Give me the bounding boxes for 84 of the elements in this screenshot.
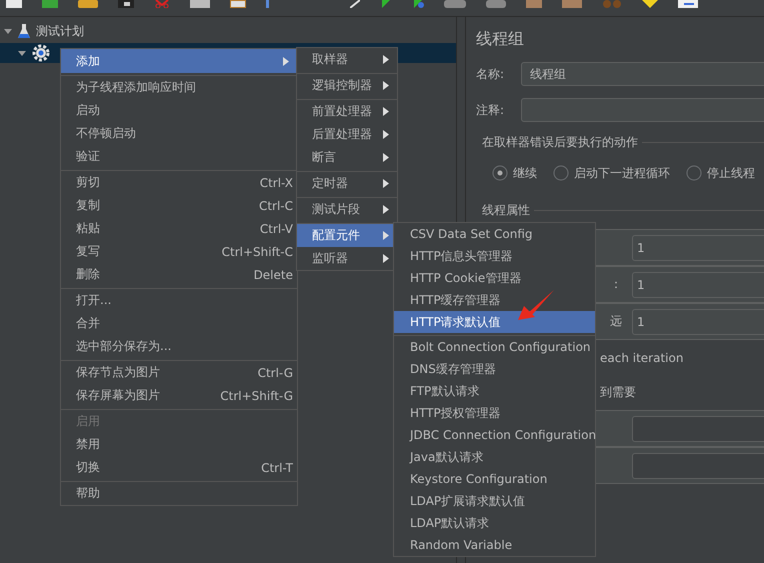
submenu-arrow-icon xyxy=(383,231,389,240)
menu-item[interactable]: JDBC Connection Configuration xyxy=(394,424,595,446)
property-field[interactable]: 1 xyxy=(632,234,764,260)
menu-item[interactable]: CSV Data Set Config xyxy=(394,223,595,245)
radio-label: 停止线程 xyxy=(707,164,755,182)
menu-item[interactable]: 验证 xyxy=(61,145,297,168)
radio-option[interactable]: 停止线程 xyxy=(686,163,755,183)
submenu-arrow-icon xyxy=(383,153,389,162)
menu-item[interactable]: 合并 xyxy=(61,312,297,335)
expand-arrow-icon[interactable] xyxy=(4,27,12,35)
property-label: ： xyxy=(610,277,622,291)
menu-item[interactable]: LDAP默认请求 xyxy=(394,512,595,534)
property-field[interactable] xyxy=(632,416,764,442)
menu-item[interactable]: Java默认请求 xyxy=(394,446,595,468)
menu-item[interactable]: HTTP Cookie管理器 xyxy=(394,267,595,289)
submenu-arrow-icon xyxy=(383,81,389,90)
menu-item[interactable]: 复写 Ctrl+Shift-C xyxy=(61,240,297,263)
menu-item[interactable]: 定时器 xyxy=(297,171,397,195)
menu-item[interactable]: 断言 xyxy=(297,146,397,169)
comment-field[interactable] xyxy=(521,98,764,122)
menu-item[interactable]: Bolt Connection Configuration xyxy=(394,335,595,358)
menu-item[interactable]: 取样器 xyxy=(297,48,397,71)
panel-title: 线程组 xyxy=(476,29,525,50)
menu-item[interactable]: 不停顿启动 xyxy=(61,122,297,145)
menu-item[interactable]: 禁用 xyxy=(61,433,297,456)
property-field[interactable] xyxy=(632,452,764,478)
property-label: 远 xyxy=(610,314,622,328)
menu-item[interactable]: 后置处理器 xyxy=(297,123,397,146)
radio-label: 继续 xyxy=(513,164,537,182)
menu-item[interactable]: 逻辑控制器 xyxy=(297,73,397,97)
gear-icon xyxy=(32,44,50,62)
menu-item[interactable]: 启动 xyxy=(61,99,297,122)
submenu-arrow-icon xyxy=(283,56,289,66)
menu-item[interactable]: LDAP扩展请求默认值 xyxy=(394,490,595,512)
radio-icon[interactable] xyxy=(492,165,508,181)
comment-label: 注释: xyxy=(476,102,506,118)
menu-item[interactable]: Keystore Configuration xyxy=(394,468,595,490)
menu-item[interactable]: 保存屏幕为图片 Ctrl+Shift-G xyxy=(61,384,297,407)
menu-item[interactable]: DNS缓存管理器 xyxy=(394,358,595,380)
menu-item[interactable]: 前置处理器 xyxy=(297,99,397,123)
menu-item[interactable]: Random Variable xyxy=(394,534,595,556)
menu-item[interactable]: FTP默认请求 xyxy=(394,380,595,402)
play-icon[interactable] xyxy=(412,0,424,8)
menu-item[interactable]: 添加 xyxy=(61,49,297,73)
tree-item[interactable]: 测试计划 xyxy=(0,21,456,41)
name-label: 名称: xyxy=(476,66,506,82)
menu-item[interactable]: HTTP缓存管理器 xyxy=(394,289,595,311)
menu-item[interactable]: 保存节点为图片 Ctrl-G xyxy=(61,360,297,384)
menu-item[interactable]: 帮助 xyxy=(61,481,297,505)
expand-arrow-icon[interactable] xyxy=(18,49,26,57)
menu-item[interactable]: 删除 Delete xyxy=(61,263,297,286)
scissors-icon[interactable] xyxy=(154,0,170,8)
group-title: 在取样器错误后要执行的动作 xyxy=(482,134,638,150)
menu-item[interactable]: 复制 Ctrl-C xyxy=(61,194,297,217)
menu-item[interactable]: 打开... xyxy=(61,288,297,312)
pointer-arrow xyxy=(516,288,556,322)
submenu-arrow-icon xyxy=(383,130,389,139)
menu-item[interactable]: 测试片段 xyxy=(297,197,397,221)
menu-item[interactable]: 选中部分保存为... xyxy=(61,335,297,358)
submenu-arrow-icon xyxy=(383,254,389,263)
submenu-arrow-icon xyxy=(383,107,389,116)
menu-item[interactable]: 切换 Ctrl-T xyxy=(61,456,297,479)
menu-item[interactable]: 监听器 xyxy=(297,247,397,270)
play-icon[interactable] xyxy=(380,0,392,8)
menu-item[interactable]: HTTP授权管理器 xyxy=(394,402,595,424)
name-field[interactable]: 线程组 xyxy=(521,62,764,86)
submenu-arrow-icon xyxy=(383,205,389,214)
submenu-arrow-icon xyxy=(383,55,389,64)
menu-item[interactable]: 粘贴 Ctrl-V xyxy=(61,217,297,240)
menu-item[interactable]: HTTP信息头管理器 xyxy=(394,245,595,267)
property-label: each iteration xyxy=(600,350,684,364)
radio-label: 启动下一进程循环 xyxy=(574,164,670,182)
radio-option[interactable]: 启动下一进程循环 xyxy=(553,163,670,183)
property-field[interactable]: 1 xyxy=(632,308,764,334)
radio-icon[interactable] xyxy=(686,165,702,181)
radio-icon[interactable] xyxy=(553,165,569,181)
property-label: 到需要 xyxy=(600,384,636,401)
pencil-icon[interactable] xyxy=(350,0,360,8)
property-field[interactable]: 1 xyxy=(632,272,764,298)
group-title: 线程属性 xyxy=(482,202,530,218)
menu-item[interactable]: HTTP请求默认值 xyxy=(394,311,595,333)
flask-icon xyxy=(18,23,30,39)
radio-option[interactable]: 继续 xyxy=(492,163,537,183)
submenu-arrow-icon xyxy=(383,179,389,188)
